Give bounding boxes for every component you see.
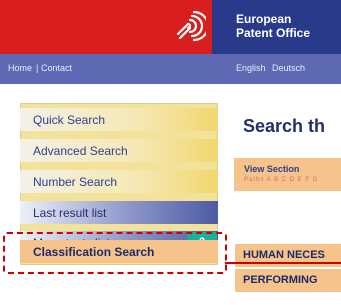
sidebar-item-quick-search[interactable]: Quick Search (20, 108, 218, 131)
sidebar-item-label: Number Search (33, 175, 118, 189)
epo-logo-icon (176, 10, 206, 42)
nav-separator: | (36, 63, 39, 73)
section-letter-links[interactable]: Paths A B C D E F G (244, 177, 318, 183)
sidebar-item-number-search[interactable]: Number Search (20, 170, 218, 193)
view-section-panel: View Section Paths A B C D E F G (234, 158, 341, 191)
language-deutsch-link[interactable]: Deutsch (272, 63, 305, 73)
language-english-link[interactable]: English (236, 63, 266, 73)
sidebar-item-label: Quick Search (33, 113, 106, 127)
annotation-highlight-box (3, 232, 227, 274)
sidebar-item-last-result-list[interactable]: Last result list (20, 201, 218, 224)
sidebar-item-label: Advanced Search (33, 144, 128, 158)
section-row-performing[interactable]: PERFORMING (235, 269, 341, 292)
page-title: Search th (243, 116, 326, 136)
sidebar-item-label: Last result list (33, 206, 107, 220)
annotation-pointer-line (225, 262, 341, 264)
contact-link[interactable]: Contact (41, 63, 72, 73)
org-name-line2: Patent Office (236, 26, 311, 40)
org-name-line1: European (236, 12, 292, 26)
sidebar-item-advanced-search[interactable]: Advanced Search (20, 139, 218, 162)
home-link[interactable]: Home (8, 63, 32, 73)
view-section-label: View Section (244, 164, 300, 174)
